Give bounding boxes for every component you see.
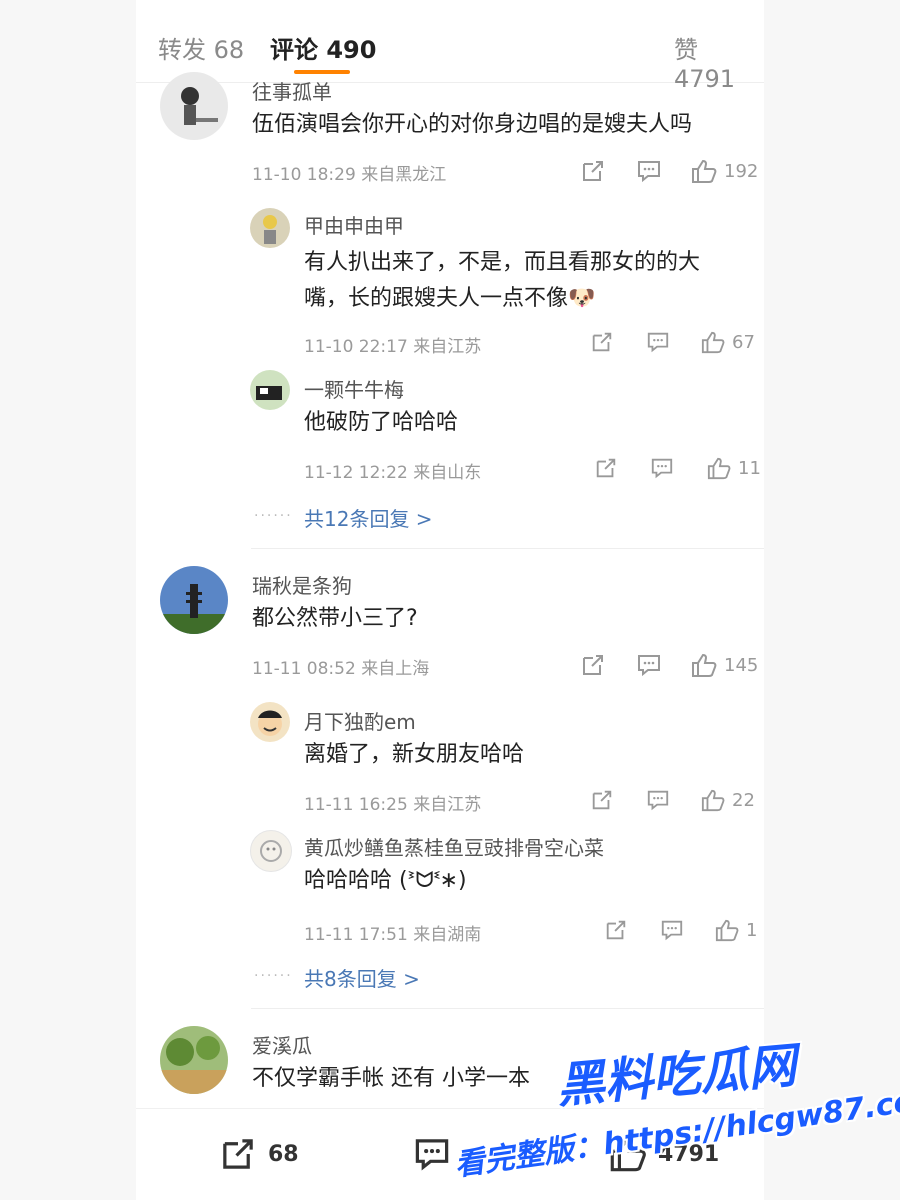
reply-meta: 11-10 22:17 来自江苏 [304,337,482,357]
like-count: 1 [746,919,758,941]
more-dots: ······ [254,968,293,984]
share-icon [580,158,606,184]
share-button[interactable] [590,330,614,354]
thumbs-up-icon [700,330,726,354]
like-count: 11 [738,457,761,479]
more-dots: ······ [254,508,293,524]
share-button[interactable] [604,918,628,942]
comment-meta: 11-10 18:29 来自黑龙江 [252,165,447,185]
share-button[interactable] [580,652,606,678]
like-button[interactable]: 67 [700,330,755,354]
like-button[interactable]: 145 [690,652,758,678]
like-button[interactable]: 192 [690,158,758,184]
reply-meta: 11-11 16:25 来自江苏 [304,795,482,815]
comment-text: 伍佰演唱会你开心的对你身边唱的是嫂夫人吗 [252,112,693,137]
like-count: 22 [732,789,755,811]
avatar[interactable] [250,370,290,410]
like-count: 67 [732,331,755,353]
comment-username[interactable]: 往事孤单 [252,76,332,105]
comment-button[interactable] [636,652,662,678]
comment-screen: 转发 68 评论 490 赞 4791 往事孤单 伍佰演唱会你开心的对你身边唱的… [136,0,764,1200]
comment-button[interactable] [646,788,670,812]
like-button[interactable]: 11 [706,456,761,480]
comment-meta: 11-11 08:52 来自上海 [252,659,430,679]
share-button[interactable] [580,158,606,184]
reply-text: 他破防了哈哈哈 [304,410,459,435]
share-icon [590,788,614,812]
thumbs-up-icon [690,158,718,184]
comment-button[interactable] [646,330,670,354]
share-button[interactable] [594,456,618,480]
comment-text: 都公然带小三了? [252,606,418,631]
share-icon [218,1135,258,1173]
divider [251,548,764,549]
reply-username[interactable]: 月下独酌em [304,706,416,735]
share-icon [590,330,614,354]
active-tab-indicator [294,70,350,74]
thumbs-up-icon [690,652,718,678]
comment-text: 不仅学霸手帐 还有 小学一本 [252,1066,530,1091]
comment-bar-button[interactable] [412,1135,452,1173]
avatar[interactable] [250,702,290,742]
more-replies-link[interactable]: 共12条回复 > [304,503,433,532]
share-button[interactable] [590,788,614,812]
reply-username[interactable]: 甲由申由甲 [304,210,404,239]
comment-icon [636,158,662,184]
avatar[interactable] [250,208,290,248]
comment-icon [636,652,662,678]
reply-text-line2: 嘴，长的跟嫂夫人一点不像🐶 [304,286,596,311]
comment-icon [646,788,670,812]
avatar[interactable] [250,830,292,872]
reply-text-line1: 有人扒出来了，不是，而且看那女的的大 [304,250,701,275]
comment-button[interactable] [636,158,662,184]
like-count: 145 [724,654,759,676]
divider [251,1008,764,1009]
reply-text: 离婚了，新女朋友哈哈 [304,742,525,767]
repost-button[interactable]: 68 [218,1135,299,1173]
more-replies-link[interactable]: 共8条回复 > [304,963,420,992]
avatar[interactable] [160,1026,228,1094]
reply-meta: 11-11 17:51 来自湖南 [304,925,482,945]
repost-count: 68 [268,1141,299,1167]
thumbs-up-icon [700,788,726,812]
like-count: 192 [724,160,759,182]
comment-icon [646,330,670,354]
comment-username[interactable]: 爱溪瓜 [252,1030,312,1059]
comment-icon [412,1135,452,1173]
reply-username[interactable]: 一颗牛牛梅 [304,374,404,403]
reply-meta: 11-12 12:22 来自山东 [304,463,482,483]
reply-text: 哈哈哈哈 (ᕑᗢᓫ∗) [304,868,467,893]
share-icon [580,652,606,678]
tab-repost[interactable]: 转发 68 [158,30,244,65]
thumbs-up-icon [706,456,732,480]
comment-button[interactable] [650,456,674,480]
avatar[interactable] [160,72,228,140]
tab-bar: 转发 68 评论 490 赞 4791 [136,18,764,93]
share-icon [594,456,618,480]
comment-button[interactable] [660,918,684,942]
like-button[interactable]: 1 [714,918,757,942]
like-button[interactable]: 22 [700,788,755,812]
comment-icon [650,456,674,480]
comment-icon [660,918,684,942]
avatar[interactable] [160,566,228,634]
right-margin [764,0,900,1200]
tab-likes[interactable]: 赞 4791 [674,30,764,93]
reply-username[interactable]: 黄瓜炒鳝鱼蒸桂鱼豆豉排骨空心菜 [304,832,604,861]
thumbs-up-icon [714,918,740,942]
tab-comments[interactable]: 评论 490 [270,30,376,65]
comment-username[interactable]: 瑞秋是条狗 [252,570,352,599]
left-margin [0,0,136,1200]
share-icon [604,918,628,942]
